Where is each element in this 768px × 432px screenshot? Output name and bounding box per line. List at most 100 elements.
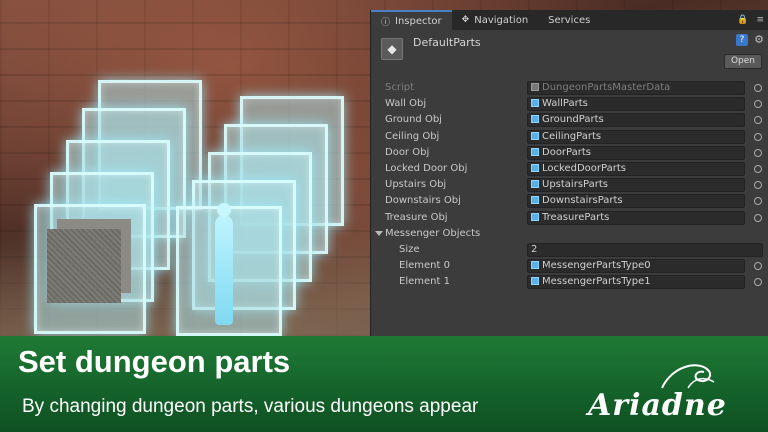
object-picker-icon	[754, 84, 762, 92]
property-label: Size	[399, 243, 420, 255]
array-size-row: Size 2	[371, 242, 768, 258]
property-row: Ceiling Obj CeilingParts	[371, 129, 768, 145]
prefab-icon	[531, 261, 539, 270]
field-value: WallParts	[542, 98, 588, 110]
object-picker-icon[interactable]	[754, 262, 762, 271]
prefab-icon	[531, 147, 539, 156]
property-row: Ground Obj GroundParts	[371, 112, 768, 128]
messenger-figure-icon	[215, 203, 233, 325]
banner-title: Set dungeon parts	[18, 344, 291, 379]
property-label: Script	[385, 82, 415, 93]
object-field[interactable]: WallParts	[527, 97, 745, 112]
object-field[interactable]: UpstairsParts	[527, 178, 745, 193]
field-value: LockedDoorParts	[542, 162, 626, 174]
wall-parts-panel	[34, 204, 146, 334]
field-value: CeilingParts	[542, 130, 602, 142]
stone-cube-icon	[47, 229, 121, 303]
inspector-header: ◆ DefaultParts ? ⚙ Open	[371, 30, 768, 80]
caption-banner: Set dungeon parts By changing dungeon pa…	[0, 336, 768, 432]
info-icon: ⓘ	[381, 17, 391, 28]
messenger-foldout[interactable]: Messenger Objects	[371, 226, 768, 242]
property-label: Element 0	[399, 260, 450, 272]
foldout-arrow-icon[interactable]	[375, 230, 383, 236]
tab-label: Inspector	[395, 15, 442, 27]
object-picker-icon[interactable]	[754, 278, 762, 287]
prefab-icon	[531, 277, 539, 286]
property-label: Ground Obj	[385, 114, 442, 126]
object-field[interactable]: GroundParts	[527, 113, 745, 128]
object-picker-icon[interactable]	[754, 116, 762, 125]
array-element-row: Element 0 MessengerPartsType0	[371, 258, 768, 274]
object-field[interactable]: DownstairsParts	[527, 194, 745, 209]
property-row: Downstairs Obj DownstairsParts	[371, 193, 768, 209]
field-value: GroundParts	[542, 114, 604, 126]
prefab-icon	[531, 99, 539, 108]
script-icon	[531, 83, 539, 91]
field-value: UpstairsParts	[542, 179, 608, 191]
menu-icon[interactable]: ≡	[752, 10, 768, 30]
object-picker-icon[interactable]	[754, 213, 762, 222]
lock-icon[interactable]: 🔒	[733, 10, 752, 30]
prefab-icon	[531, 180, 539, 189]
object-picker-icon[interactable]	[754, 181, 762, 190]
object-field[interactable]: MessengerPartsType1	[527, 275, 745, 290]
inspector-window: ⓘ Inspector ✥ Navigation Services 🔒 ≡ ◆ …	[370, 10, 768, 336]
object-field[interactable]: CeilingParts	[527, 129, 745, 144]
foldout-label: Messenger Objects	[385, 227, 481, 239]
field-value: MessengerPartsType0	[542, 260, 651, 272]
property-list: Script DungeonPartsMasterData Wall Obj W…	[371, 80, 768, 290]
script-field: DungeonPartsMasterData	[527, 81, 745, 95]
help-icon[interactable]: ?	[736, 34, 748, 46]
property-row: Locked Door Obj LockedDoorParts	[371, 161, 768, 177]
size-input[interactable]: 2	[527, 242, 763, 257]
object-picker-icon[interactable]	[754, 164, 762, 173]
array-element-row: Element 1 MessengerPartsType1	[371, 274, 768, 290]
property-row: Treasure Obj TreasureParts	[371, 210, 768, 226]
property-label: Ceiling Obj	[385, 130, 440, 142]
open-button[interactable]: Open	[723, 54, 762, 69]
property-row-script: Script DungeonPartsMasterData	[371, 80, 768, 96]
tab-services[interactable]: Services	[538, 10, 600, 30]
field-value: MessengerPartsType1	[542, 276, 651, 288]
property-row: Upstairs Obj UpstairsParts	[371, 177, 768, 193]
property-label: Door Obj	[385, 146, 430, 158]
field-value: TreasureParts	[542, 211, 610, 223]
property-label: Element 1	[399, 276, 450, 288]
object-picker-icon[interactable]	[754, 132, 762, 141]
tab-bar: ⓘ Inspector ✥ Navigation Services 🔒 ≡	[371, 10, 768, 30]
object-field[interactable]: MessengerPartsType0	[527, 259, 745, 274]
property-label: Treasure Obj	[385, 211, 448, 223]
object-field[interactable]: LockedDoorParts	[527, 161, 745, 176]
object-name: DefaultParts	[413, 36, 481, 49]
field-value: DungeonPartsMasterData	[542, 82, 671, 93]
gear-icon[interactable]: ⚙	[754, 33, 764, 46]
property-label: Upstairs Obj	[385, 179, 447, 191]
object-field[interactable]: DoorParts	[527, 145, 745, 160]
property-label: Locked Door Obj	[385, 162, 468, 174]
messenger-parts-panel	[176, 203, 282, 336]
tab-inspector[interactable]: ⓘ Inspector	[371, 10, 452, 30]
prefab-icon	[531, 131, 539, 140]
prefab-icon	[531, 196, 539, 205]
prefab-icon	[531, 163, 539, 172]
banner-subtitle: By changing dungeon parts, various dunge…	[22, 396, 479, 417]
tab-label: Navigation	[474, 14, 529, 26]
navigation-icon: ✥	[461, 15, 470, 25]
property-label: Wall Obj	[385, 98, 427, 110]
object-picker-icon[interactable]	[754, 197, 762, 206]
object-picker-icon[interactable]	[754, 100, 762, 109]
tab-label: Services	[548, 14, 591, 26]
object-field[interactable]: TreasureParts	[527, 210, 745, 225]
property-row: Wall Obj WallParts	[371, 96, 768, 112]
tab-navigation[interactable]: ✥ Navigation	[452, 10, 538, 30]
prefab-icon	[531, 212, 539, 221]
field-value: DoorParts	[542, 146, 591, 158]
object-picker-icon[interactable]	[754, 148, 762, 157]
scriptable-object-icon: ◆	[381, 38, 403, 60]
prefab-icon	[531, 115, 539, 124]
field-value: DownstairsParts	[542, 195, 623, 207]
property-label: Downstairs Obj	[385, 195, 461, 207]
ariadne-logo: Ariadne	[588, 364, 758, 428]
property-row: Door Obj DoorParts	[371, 145, 768, 161]
logo-text: Ariadne	[588, 388, 727, 423]
